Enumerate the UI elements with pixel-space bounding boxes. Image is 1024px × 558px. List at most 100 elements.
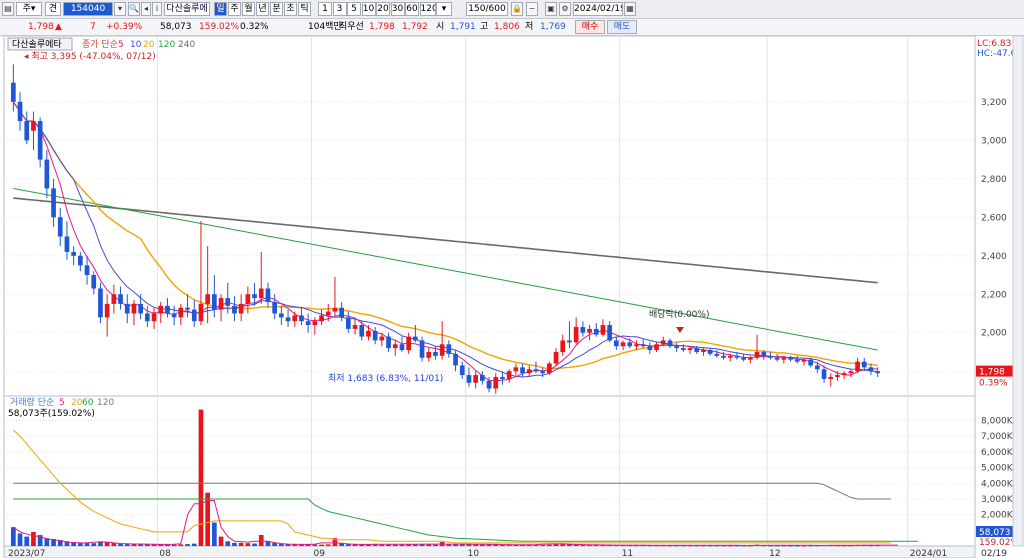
volume-ma-legend-60: 60 <box>82 398 94 408</box>
wave-icon[interactable]: ~ <box>526 2 538 16</box>
candle-body <box>593 328 599 335</box>
candle-body <box>165 305 170 314</box>
volume-bar <box>386 544 391 546</box>
interval-button-5[interactable]: 5 <box>347 2 361 16</box>
volume-bar <box>218 536 224 546</box>
candle-body <box>71 251 76 256</box>
lock-icon[interactable]: 🔒 <box>511 2 523 16</box>
candle-body <box>868 367 874 372</box>
interval-button-20[interactable]: 20 <box>376 2 390 16</box>
candle-body <box>325 311 331 316</box>
last-price-value: 1,798 <box>979 368 1005 378</box>
candle-body <box>486 380 492 389</box>
volume-bar <box>245 543 251 546</box>
volume-bar <box>24 536 30 546</box>
vertical-scrollbar <box>1012 36 1024 547</box>
candle-body <box>84 265 90 276</box>
date-input[interactable]: 2024/02/19 <box>573 2 623 16</box>
interval-button-30[interactable]: 30 <box>390 2 405 16</box>
interval-button-1[interactable]: 1 <box>318 2 332 16</box>
candle-body <box>352 325 358 329</box>
candle-body <box>553 351 559 364</box>
stock-chart[interactable]: 3,2003,0002,8002,6002,4002,2002,0001,800… <box>0 36 1024 558</box>
candle-body <box>788 357 793 360</box>
period-button-3[interactable]: 년 <box>256 2 269 16</box>
candle-body <box>312 321 318 326</box>
volume-bar <box>480 544 485 546</box>
candle-body <box>466 375 472 383</box>
candle-body <box>794 359 800 362</box>
best-quote-label: 최우선 <box>339 22 364 32</box>
candle-body <box>131 303 137 314</box>
ask-price: 1,798 <box>369 22 395 32</box>
candle-body <box>11 82 16 102</box>
candle-body <box>526 369 532 374</box>
candle-body <box>399 344 405 351</box>
candle-body <box>674 346 679 349</box>
search-icon[interactable]: 🔍 <box>128 2 140 16</box>
save-icon[interactable]: ▣ <box>545 2 557 16</box>
candle-body <box>406 336 411 351</box>
x-tick-label: 10 <box>468 549 480 558</box>
period-button-0[interactable]: 일 <box>214 2 227 16</box>
volume-bar <box>426 544 432 546</box>
candle-body <box>473 375 478 383</box>
candle-body <box>238 303 244 314</box>
buy-button[interactable]: 매수 <box>575 20 605 34</box>
gear-icon[interactable]: ⚙ <box>559 2 571 16</box>
candle-body <box>265 288 271 302</box>
candle-body <box>841 373 847 376</box>
candle-body <box>754 351 760 358</box>
candle-body <box>225 298 231 306</box>
candle-body <box>547 363 552 374</box>
period-button-1[interactable]: 주 <box>228 2 241 16</box>
price-legend-title: 종가 단순 <box>82 39 118 50</box>
dropdown-icon[interactable]: ▾ <box>114 2 126 16</box>
volume-bar <box>325 544 331 546</box>
menu-icon[interactable]: ▤ <box>2 2 14 16</box>
volume-bar <box>252 543 257 546</box>
price-ma-legend-10: 10 <box>130 40 142 50</box>
period-button-6[interactable]: 틱 <box>298 2 311 16</box>
open-price: 1,791 <box>450 22 476 32</box>
x-axis-bar <box>3 545 976 558</box>
interval-button-60[interactable]: 60 <box>405 2 419 16</box>
search-mode-select[interactable]: 견 <box>45 2 61 16</box>
candle-body <box>98 288 103 318</box>
candle-body <box>647 346 653 351</box>
period-dropdown[interactable]: ▾ <box>436 2 452 16</box>
interval-button-10[interactable]: 10 <box>361 2 376 16</box>
price-tick-label: 2,000 <box>981 329 1007 339</box>
candle-body <box>178 307 184 318</box>
period-button-2[interactable]: 월 <box>242 2 255 16</box>
volume-bar <box>11 527 16 546</box>
candle-body <box>24 121 30 141</box>
candle-body <box>191 309 197 322</box>
info-icon[interactable]: i <box>152 2 162 16</box>
data-count-input[interactable]: 150/600 <box>466 2 508 16</box>
interval-button-120[interactable]: 120 <box>419 2 436 16</box>
volume-bar <box>185 544 190 546</box>
sell-button[interactable]: 매도 <box>607 20 637 34</box>
candle-body <box>533 369 539 372</box>
volume-ma-legend-120: 120 <box>97 398 114 408</box>
market-select[interactable]: 주▾ <box>16 2 42 16</box>
stock-code-input[interactable]: 154040 <box>63 2 113 16</box>
candle-body <box>91 275 97 289</box>
candle-body <box>145 313 150 322</box>
candle-body <box>660 340 666 345</box>
prev-stock-icon[interactable]: ◂ <box>141 2 151 16</box>
candle-body <box>727 355 733 358</box>
volume-bar <box>17 533 23 546</box>
candle-body <box>801 359 807 362</box>
calendar-icon[interactable]: ▦ <box>624 2 636 16</box>
candle-body <box>620 342 626 347</box>
period-button-4[interactable]: 분 <box>270 2 283 16</box>
interval-button-3[interactable]: 3 <box>332 2 347 16</box>
candle-body <box>453 353 458 366</box>
price-tick-label: 3,200 <box>981 98 1007 108</box>
candle-body <box>500 376 505 379</box>
price-ma-legend-240: 240 <box>178 40 195 50</box>
period-button-5[interactable]: 초 <box>284 2 297 16</box>
volume-bar <box>91 543 97 546</box>
